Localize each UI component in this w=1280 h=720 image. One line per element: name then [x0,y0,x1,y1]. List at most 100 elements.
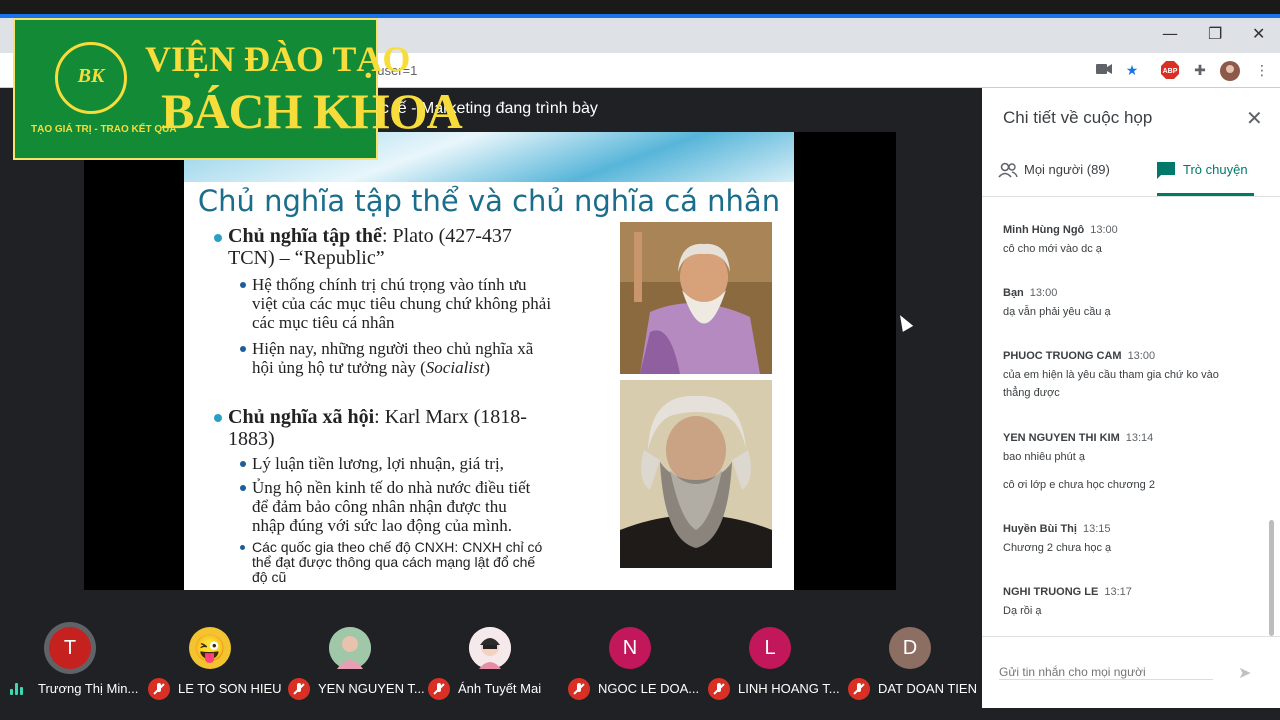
participants-strip: T Trương Thị Min... 😜 LE TO SON HIEU YEN… [0,618,980,720]
sub-bullet-text: hội ủng hộ tư tưởng này (Socialist) [252,358,491,377]
send-icon[interactable]: ➤ [1238,663,1251,682]
mouse-cursor [894,312,914,332]
restore-icon[interactable]: ❐ [1208,24,1222,43]
adblock-icon[interactable]: ABP [1160,61,1180,81]
browser-top-bar [0,0,1280,18]
bullet-socialism: Chủ nghĩa xã hội: Karl Marx (1818- [228,406,527,428]
participant-name: NGOC LE DOA... [598,681,700,696]
sub-bullet-dot [240,346,246,352]
participant-name: Trương Thị Min... [38,681,139,696]
participant-name-row: LINH HOANG T... [700,678,840,700]
message-text: thẳng được [1003,387,1060,399]
sub-bullet-text: để đảm bảo công nhân nhận được thu [252,497,507,516]
participant-name: LE TO SON HIEU [178,681,282,696]
chat-message: Bạn 13:00 dạ vẫn phải yêu cầu ạ [1003,283,1253,321]
bullet-dot [214,414,222,422]
message-sender: Minh Hùng Ngô [1003,224,1085,236]
participant-name-row: LE TO SON HIEU [140,678,282,700]
participant-name: DAT DOAN TIEN [878,681,977,696]
bullet-collectivism: Chủ nghĩa tập thể: Plato (427-437 [228,225,512,247]
panel-bottom-strip [982,708,1280,720]
panel-title: Chi tiết về cuộc họp [1003,108,1153,127]
mic-muted-icon [848,678,870,700]
minimize-icon[interactable]: — [1162,24,1178,43]
bach-khoa-logo: BK VIỆN ĐÀO TẠO BÁCH KHOA TẠO GIÁ TRỊ - … [13,18,463,160]
sub-bullet-text: độ cũ [252,569,287,585]
message-text: dạ vẫn phải yêu cầu ạ [1003,306,1111,318]
participant-name-row: DAT DOAN TIEN [840,678,980,700]
sub-bullet-text: thể đạt được thông qua cách mạng lật đổ … [252,554,536,570]
plato-portrait [620,222,772,374]
participant-tile[interactable]: N NGOC LE DOA... [560,618,700,720]
close-window-icon[interactable]: ✕ [1252,24,1265,43]
sub-bullet-dot [240,485,246,491]
participant-tile[interactable]: 😜 LE TO SON HIEU [140,618,282,720]
message-sender: PHUOC TRUONG CAM [1003,350,1122,362]
mic-muted-icon [428,678,450,700]
chat-message: Huyền Bùi Thị 13:15 Chương 2 chưa học ạ [1003,519,1253,557]
participant-tile[interactable]: D DAT DOAN TIEN [840,618,980,720]
logo-line2: BÁCH KHOA [161,83,463,139]
chat-message: NGHI TRUONG LE 13:17 Dạ rồi ạ [1003,582,1253,620]
chat-message: PHUOC TRUONG CAM 13:00 của em hiện là yêu… [1003,346,1253,402]
slide-title: Chủ nghĩa tập thể và chủ nghĩa cá nhân [197,184,781,218]
karl-marx-portrait [620,380,772,568]
message-time: 13:00 [1029,287,1058,299]
camera-icon[interactable] [1094,61,1114,81]
tab-people[interactable]: Mọi người (89) [996,150,1146,196]
mic-muted-icon [148,678,170,700]
chat-scrollbar[interactable] [1269,520,1274,636]
close-icon[interactable]: ✕ [1246,106,1263,130]
participant-tile[interactable]: YEN NGUYEN T... [280,618,425,720]
mic-muted-icon [708,678,730,700]
chat-message-input[interactable] [999,665,1213,680]
message-sender: NGHI TRUONG LE [1003,586,1099,598]
bullet-socialism-line2: 1883) [228,428,275,450]
participant-avatar: L [749,627,791,669]
extensions-puzzle-icon[interactable]: ✚ [1190,61,1210,81]
message-text: của em hiện là yêu cầu tham gia chứ ko v… [1003,369,1219,381]
browser-menu-icon[interactable]: ⋮ [1252,61,1272,81]
mic-muted-icon [568,678,590,700]
message-time: 13:17 [1104,586,1132,598]
participant-name-row: Ánh Tuyết Mai [420,678,560,700]
participant-avatar [469,627,511,669]
bookmark-star-icon[interactable]: ★ [1122,61,1142,81]
people-icon [998,162,1018,178]
participant-name: Ánh Tuyết Mai [458,681,542,696]
sub-bullet-text: Ủng hộ nền kinh tế do nhà nước điều tiết [252,478,531,497]
participant-tile[interactable]: Ánh Tuyết Mai [420,618,560,720]
mic-muted-icon [288,678,310,700]
profile-avatar-icon[interactable] [1220,61,1240,81]
logo-emblem: BK [55,42,127,114]
participant-name-row: YEN NGUYEN T... [280,678,425,700]
avatar-photo [329,627,371,669]
chat-message: YEN NGUYEN THI KIM 13:14 bao nhiêu phút ạ… [1003,428,1253,494]
participant-name-row: Trương Thị Min... [0,678,140,696]
logo-line1: VIỆN ĐÀO TẠO [145,39,411,79]
participant-name: LINH HOANG T... [738,681,840,696]
sub-bullet-text: Lý luận tiền lương, lợi nhuận, giá trị, [252,454,504,473]
message-text: bao nhiêu phút ạ [1003,451,1085,463]
logo-monogram: BK [77,65,105,87]
message-sender: Huyền Bùi Thị [1003,523,1077,535]
sub-bullet-text: việt của các mục tiêu chung chứ không ph… [252,294,552,313]
participant-tile[interactable]: L LINH HOANG T... [700,618,840,720]
message-time: 13:00 [1090,224,1118,236]
participant-avatar: D [889,627,931,669]
tab-divider [982,196,1280,197]
sub-bullet-text: các mục tiêu cá nhân [252,313,395,332]
tab-people-label: Mọi người (89) [1024,162,1110,177]
message-time: 13:15 [1082,523,1111,535]
sub-bullet-text: Các quốc gia theo chế độ CNXH: CNXH chỉ … [252,539,543,555]
bullet-dot [214,234,222,242]
tab-chat[interactable]: Trò chuyện [1157,150,1257,196]
sub-bullet-dot [240,282,246,288]
bullet-collectivism-line2: TCN) – “Republic” [228,247,385,269]
chat-icon [1157,162,1175,179]
logo-slogan: TẠO GIÁ TRỊ - TRAO KẾT QUẢ [31,124,177,135]
sub-bullet-text: Hiện nay, những người theo chủ nghĩa xã [252,339,534,358]
participant-tile[interactable]: T Trương Thị Min... [0,618,140,720]
message-text: cô ơi lớp e chưa học chương 2 [1003,479,1155,491]
participant-name: YEN NGUYEN T... [318,681,425,696]
